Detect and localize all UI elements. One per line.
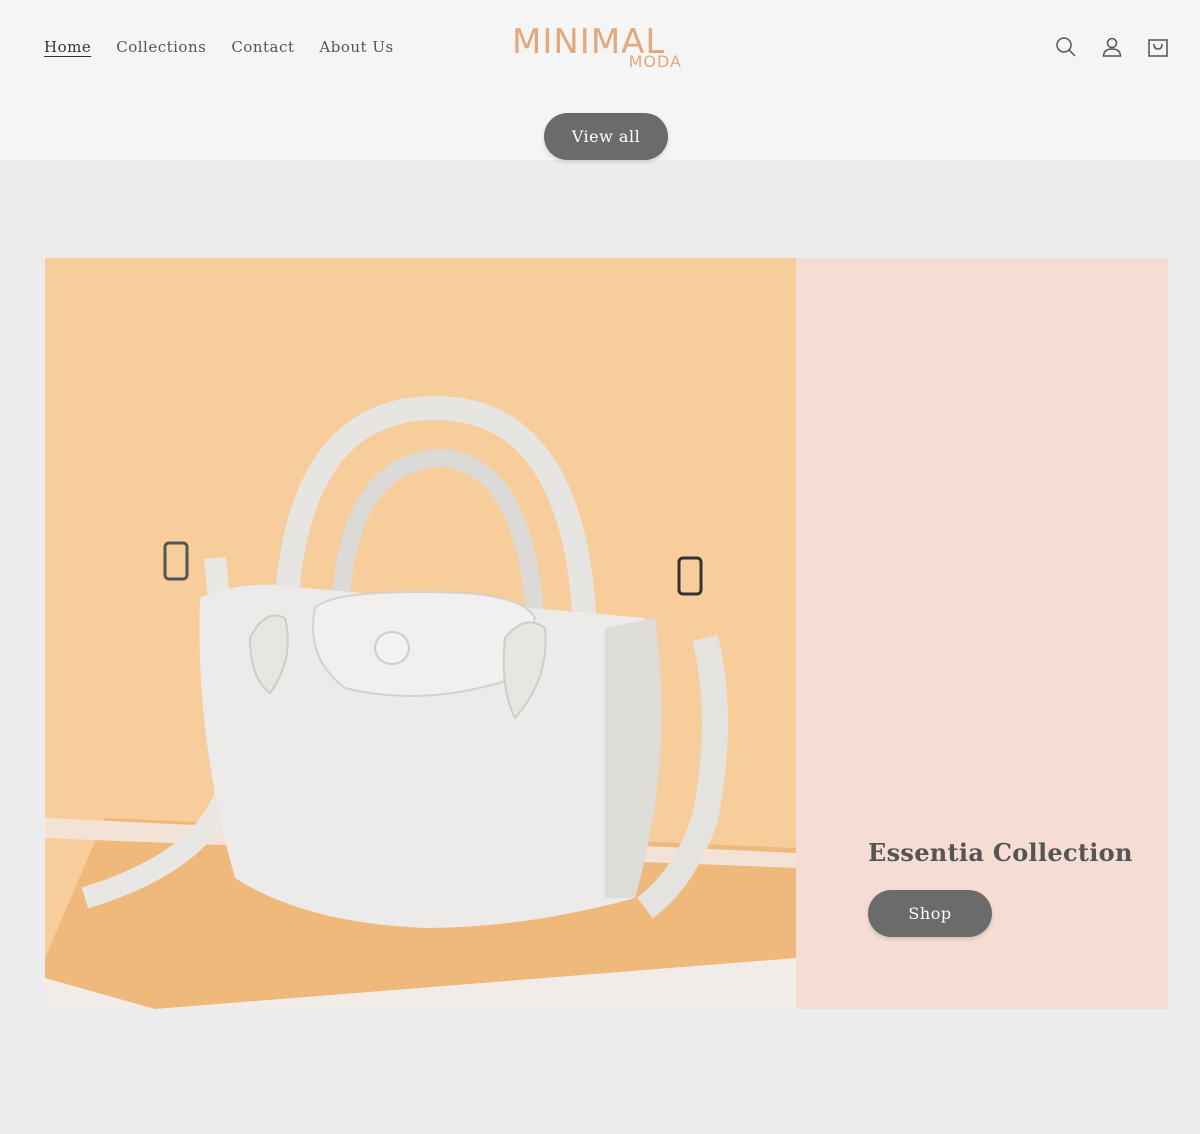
- handbag-illustration: [45, 395, 796, 1009]
- collection-title: Essentia Collection: [868, 838, 1133, 867]
- main-nav: Home Collections Contact About Us: [44, 36, 419, 58]
- handbag-image: [45, 258, 796, 1009]
- search-icon[interactable]: [1054, 34, 1078, 60]
- collection-banner: Essentia Collection Shop: [45, 258, 1168, 1009]
- banner-text-panel: Essentia Collection Shop: [796, 258, 1168, 1009]
- view-all-button[interactable]: View all: [544, 113, 668, 160]
- logo-subtext: MODA: [628, 52, 682, 71]
- nav-link-home[interactable]: Home: [44, 36, 91, 58]
- account-icon[interactable]: [1100, 34, 1124, 60]
- cart-icon[interactable]: [1146, 34, 1170, 60]
- site-logo[interactable]: MINIMAL MODA: [510, 22, 690, 78]
- nav-link-about-us[interactable]: About Us: [319, 36, 393, 58]
- site-header: Home Collections Contact About Us MINIMA…: [0, 0, 1200, 160]
- nav-link-collections[interactable]: Collections: [116, 36, 206, 58]
- nav-link-contact[interactable]: Contact: [231, 36, 294, 58]
- shop-button[interactable]: Shop: [868, 890, 992, 937]
- header-icons: [1054, 34, 1170, 60]
